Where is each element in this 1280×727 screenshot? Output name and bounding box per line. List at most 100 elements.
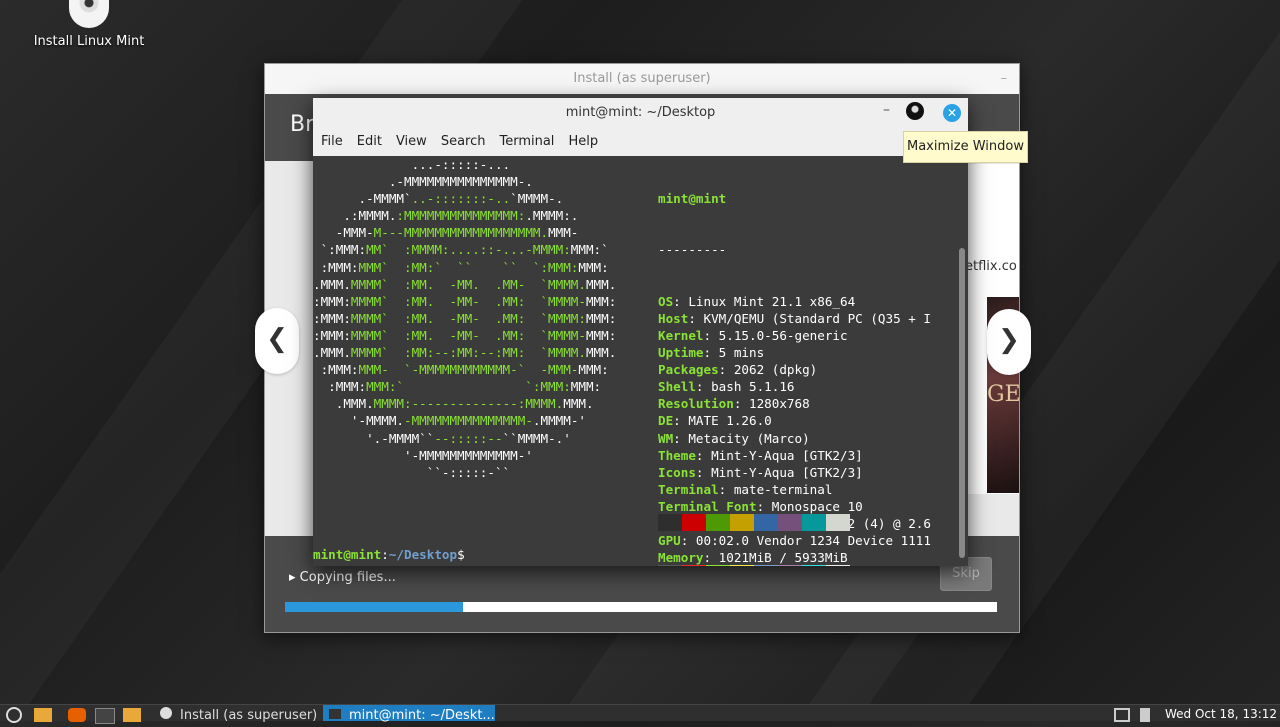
info-value: 2062 (dpkg) — [733, 362, 818, 378]
ascii-segment: MMM` :MM:` `` `` `:MMM: — [358, 259, 579, 275]
info-separator: --------- — [658, 242, 727, 258]
ascii-segment: MMM- — [548, 225, 579, 241]
ascii-segment: MMMM` :MM. -MM- .MM: `MMMM- — [350, 293, 586, 309]
info-line: DE: MATE 1.26.0 — [658, 413, 772, 429]
taskbar-task-terminal[interactable]: mint@mint: ~/Deskt... — [323, 705, 495, 723]
palette-swatch — [826, 514, 850, 532]
terminal-icon — [329, 709, 341, 719]
ascii-segment: ``-:::::-`` — [313, 464, 511, 480]
ascii-segment: MMMM` :MM. -MM- .MM: `MMMM- — [350, 327, 586, 343]
status-expander[interactable]: ▸ Copying files... — [289, 570, 396, 585]
ascii-segment: '-MMMM. — [313, 413, 404, 429]
info-line: Icons: Mint-Y-Aqua [GTK2/3] — [658, 464, 863, 480]
menu-search[interactable]: Search — [441, 128, 486, 156]
ascii-segment: MMM: — [578, 362, 609, 378]
ascii-line: :MMM:MMM- `-MMMMMMMMMMMM-` -MMM-MMM: — [313, 361, 616, 378]
menu-help[interactable]: Help — [568, 128, 598, 156]
installer-titlebar[interactable]: Install (as superuser) – — [265, 64, 1019, 94]
mint-menu-icon[interactable] — [6, 707, 22, 723]
info-key: Theme — [658, 447, 696, 463]
info-value: Mint-Y-Aqua [GTK2/3] — [711, 447, 863, 463]
terminal-window: mint@mint: ~/Desktop – ✕ File Edit View Sea… — [313, 98, 968, 566]
ascii-line: .-MMMM`..-:::::::-..`MMMM-. — [313, 190, 616, 207]
disc-icon — [69, 0, 109, 28]
info-value: MATE 1.26.0 — [688, 413, 772, 429]
info-line: Uptime: 5 mins — [658, 345, 765, 361]
ascii-line: .:MMMM.:MMMMMMMMMMMMMMM:.MMMM:. — [313, 207, 616, 224]
ascii-line: :MMM:MMMM` :MM. -MM- .MM: `MMMM:MMM: — [313, 310, 616, 327]
slide-image-text: GE — [987, 382, 1021, 407]
progress-bar — [285, 602, 997, 612]
info-value: 1280x768 — [749, 396, 810, 412]
slide-url-text: etflix.co — [965, 259, 1017, 274]
prompt-colon: : — [381, 547, 389, 562]
ascii-segment: .MMM. — [313, 396, 374, 412]
ascii-segment: MMM: — [578, 259, 609, 275]
palette-swatch — [658, 514, 682, 532]
menu-terminal[interactable]: Terminal — [499, 128, 554, 156]
ascii-segment: .MMM. — [313, 276, 351, 292]
installer-minimize-button[interactable]: – — [1001, 64, 1008, 94]
palette-swatch — [706, 565, 730, 566]
shell-prompt: mint@mint:~/Desktop$ — [313, 546, 465, 563]
palette-swatch — [658, 565, 682, 566]
ascii-segment: ..-:::::::-.. — [411, 191, 511, 207]
info-value: 5.15.0-56-generic — [718, 327, 848, 343]
task-label: mint@mint: ~/Deskt... — [349, 708, 495, 723]
ascii-segment: MM` :MMMM:....::-...-MMMM: — [366, 242, 571, 258]
info-value: KVM/QEMU (Standard PC (Q35 + I — [703, 310, 931, 326]
terminal-output[interactable]: ...-:::::-... .-MMMMMMMMMMMMMMM-. .-MMMM… — [313, 156, 956, 566]
ascii-segment: MMM. — [585, 276, 617, 292]
palette-swatch — [802, 514, 826, 532]
info-key: Icons — [658, 464, 696, 480]
task-label: Install (as superuser) — [180, 708, 318, 723]
menu-view[interactable]: View — [396, 128, 427, 156]
ascii-segment: -MMM- — [313, 225, 374, 241]
info-value: 5 mins — [718, 345, 765, 361]
ascii-segment: MMMM` :MM:--:MM:--:MM: `MMMM. — [350, 345, 586, 361]
terminal-close-button[interactable]: ✕ — [943, 104, 961, 122]
terminal-titlebar[interactable]: mint@mint: ~/Desktop – ✕ — [313, 98, 968, 128]
ascii-segment: .MMMM-' — [532, 413, 586, 429]
ascii-segment: `:MMM: — [313, 242, 367, 258]
ascii-line: .MMM.MMMM:--------------:MMMM.MMM. — [313, 395, 616, 412]
clock[interactable]: Wed Oct 18, 13:12 — [1165, 707, 1277, 721]
ascii-segment: ``MMMM-.' — [502, 430, 571, 446]
ascii-segment: M---MMMMMMMMMMMMMMMMMM. — [373, 225, 549, 241]
slideshow-prev-button[interactable]: ❮ — [255, 308, 299, 374]
ascii-line: :MMM:MMMM` :MM. -MM- .MM: `MMMM-MMM: — [313, 293, 616, 310]
slideshow-next-button[interactable]: ❯ — [987, 309, 1031, 375]
terminal-minimize-button[interactable]: – — [883, 102, 890, 118]
info-value: Linux Mint 21.1 x86_64 — [688, 293, 856, 309]
terminal-launcher-icon[interactable] — [95, 708, 115, 724]
menu-edit[interactable]: Edit — [357, 128, 382, 156]
ascii-segment: MMM. — [585, 345, 617, 361]
ascii-segment: -MMMMMMMMMMMMMMM- — [404, 413, 533, 429]
desktop-icon-install-linux-mint[interactable]: Install Linux Mint — [30, 0, 148, 49]
neofetch-ascii-logo: ...-:::::-... .-MMMMMMMMMMMMMMM-. .-MMMM… — [313, 156, 616, 481]
ascii-line: `:MMM:MM` :MMMM:....::-...-MMMM:MMM:` — [313, 241, 616, 258]
ascii-segment: .-MMMMMMMMMMMMMMM-. — [313, 174, 533, 190]
info-key: Kernel — [658, 327, 704, 343]
terminal-scrollbar[interactable] — [956, 156, 968, 566]
ascii-segment: .-MMMM` — [313, 191, 412, 207]
ascii-segment: MMMM` :MM. -MM- .MM: `MMMM: — [350, 310, 586, 326]
taskbar-task-installer[interactable]: Install (as superuser) — [160, 705, 320, 723]
ascii-segment: :MMM: — [313, 293, 351, 309]
info-key: WM — [658, 430, 674, 446]
info-line: OS: Linux Mint 21.1 x86_64 — [658, 293, 856, 309]
prompt-symbol: $ — [457, 547, 465, 562]
scrollbar-thumb[interactable] — [959, 248, 965, 558]
installer-title: Install (as superuser) — [573, 71, 711, 86]
menu-file[interactable]: File — [321, 128, 343, 156]
ascii-segment: MMMM` :MM. -MM. .MM- `MMMM. — [350, 276, 586, 292]
ascii-segment: MMM- `-MMMMMMMMMMMM-` -MMM- — [358, 362, 579, 378]
palette-swatch — [778, 514, 802, 532]
ascii-segment: `MMMM-. — [510, 191, 564, 207]
ascii-segment: MMM:` `:MMM: — [366, 379, 571, 395]
ascii-segment: MMM: — [570, 379, 602, 395]
info-key: Shell — [658, 379, 696, 395]
ascii-segment: :MMM: — [313, 327, 351, 343]
terminal-maximize-button[interactable] — [906, 102, 924, 120]
ascii-segment: '.-MMMM`` — [313, 430, 435, 446]
